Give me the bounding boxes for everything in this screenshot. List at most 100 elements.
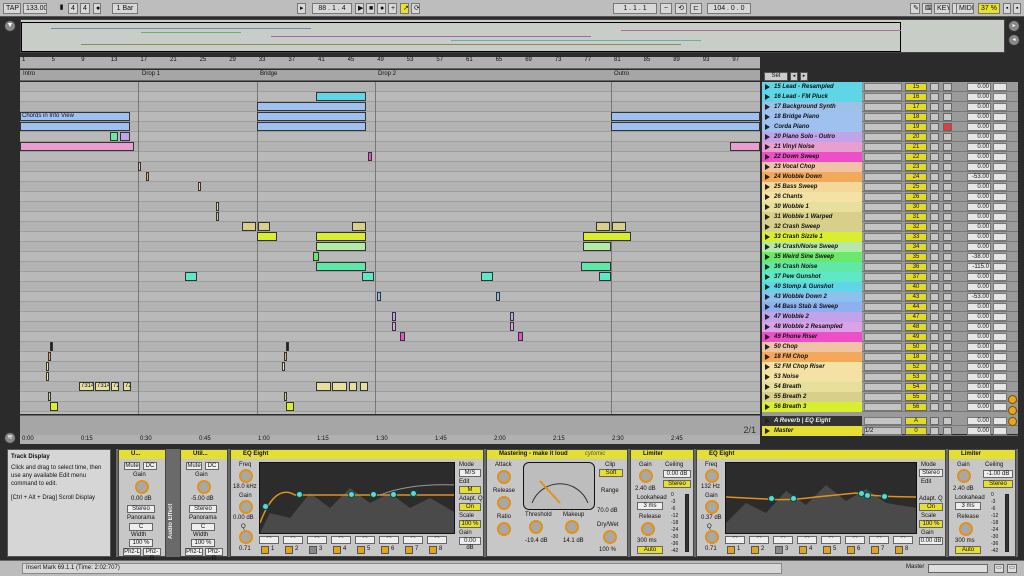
track-fold-icon[interactable]: [765, 84, 770, 90]
eq-1-mode[interactable]: M/S: [459, 469, 481, 477]
track-header[interactable]: 33 Crash Sizzle 1 33 0.00: [762, 232, 1018, 242]
locator-bridge[interactable]: Bridge: [260, 71, 277, 77]
track-fold-icon[interactable]: [765, 124, 770, 130]
track-fold-icon[interactable]: [765, 104, 770, 110]
solo-button[interactable]: [930, 93, 939, 101]
track-activator[interactable]: 52: [905, 363, 927, 371]
arm-button[interactable]: [943, 103, 952, 111]
arm-button[interactable]: [943, 223, 952, 231]
clip-pew-gunshot-c[interactable]: [481, 272, 493, 281]
mastering-ratio-knob[interactable]: [497, 522, 511, 536]
track-send-icon[interactable]: [993, 393, 1007, 401]
track-name[interactable]: 33 Crash Sizzle 1: [762, 232, 862, 242]
eq-1-band-node-1[interactable]: [262, 503, 269, 510]
track-volume[interactable]: 0.00: [967, 213, 991, 221]
track-send-icon[interactable]: [993, 203, 1007, 211]
track-fold-icon[interactable]: [765, 134, 770, 140]
track-header[interactable]: 24 Wobble Down 24 -53.00: [762, 172, 1018, 182]
loop-length-field[interactable]: 104 . 0 . 0: [707, 3, 751, 14]
track-activator[interactable]: 53: [905, 373, 927, 381]
track-volume[interactable]: 0.00: [967, 83, 991, 91]
track-fold-icon[interactable]: [765, 294, 770, 300]
locator-outro[interactable]: Outro: [614, 71, 629, 77]
arm-button[interactable]: [943, 417, 952, 425]
clip-noise-a[interactable]: [46, 372, 49, 381]
eq-band-toggle[interactable]: [381, 546, 389, 554]
clip-chop-a[interactable]: [50, 342, 53, 351]
solo-button[interactable]: [930, 143, 939, 151]
utility-2-gain-knob[interactable]: [197, 480, 211, 494]
clip-crash-sweep-b[interactable]: [258, 222, 270, 231]
bar-ruler[interactable]: 1 5 9 13 17 21 25 29 33 37 41 45 49 53 57 61 65 69 73 77 81 8…: [20, 57, 760, 69]
solo-button[interactable]: [930, 223, 939, 231]
solo-button[interactable]: [930, 293, 939, 301]
clip-chop-b[interactable]: [286, 342, 289, 351]
limiter-1-lookahead[interactable]: 3 ms: [637, 502, 663, 510]
solo-button[interactable]: [930, 133, 939, 141]
eq-band-toggle[interactable]: [309, 546, 317, 554]
eq-band-filter-type-icon[interactable]: ⌒: [797, 536, 817, 544]
track-fold-icon[interactable]: [765, 194, 770, 200]
eq-band-toggle[interactable]: [285, 546, 293, 554]
track-io-chooser[interactable]: [864, 393, 902, 401]
clip-bridge-piano[interactable]: [257, 112, 366, 121]
solo-button[interactable]: [930, 193, 939, 201]
eq-2-band-node-5[interactable]: [881, 493, 888, 500]
track-activator[interactable]: 33: [905, 233, 927, 241]
eq-2-band-node-2[interactable]: [790, 495, 797, 502]
eq-2-band-node-4[interactable]: [864, 492, 871, 499]
metronome-toggle-icon[interactable]: ●: [93, 3, 101, 14]
loop-start-field[interactable]: 1 . 1 . 1: [613, 3, 657, 14]
track-send-icon[interactable]: [993, 343, 1007, 351]
tap-button[interactable]: TAP: [3, 3, 21, 14]
track-send-icon[interactable]: [993, 273, 1007, 281]
track-io-chooser[interactable]: [864, 293, 902, 301]
limiter-2-ceiling[interactable]: -1.00 dB: [983, 470, 1013, 478]
track-header[interactable]: 21 Vinyl Noise 21 0.00: [762, 142, 1018, 152]
clip-pew-gunshot-d[interactable]: [599, 272, 611, 281]
track-name[interactable]: 55 Breath 2: [762, 392, 862, 402]
eq-2-q-knob[interactable]: [705, 530, 719, 544]
track-volume[interactable]: 0.00: [967, 373, 991, 381]
track-activator[interactable]: 0: [905, 427, 927, 435]
arm-button[interactable]: [943, 353, 952, 361]
arm-button[interactable]: [943, 83, 952, 91]
track-fold-icon[interactable]: [765, 384, 770, 390]
track-fold-icon[interactable]: [765, 184, 770, 190]
stop-icon[interactable]: ■: [366, 3, 375, 14]
solo-button[interactable]: [930, 283, 939, 291]
clip-crash-noise-sweep[interactable]: [316, 242, 366, 251]
track-fold-icon[interactable]: [765, 214, 770, 220]
solo-button[interactable]: [930, 173, 939, 181]
clip-crash-sizzle-a[interactable]: [257, 232, 277, 241]
side-button-2-icon[interactable]: [1008, 406, 1017, 415]
track-io-chooser[interactable]: [864, 163, 902, 171]
track-name[interactable]: 35 Weird Sine Sweep: [762, 252, 862, 262]
track-send-icon[interactable]: [993, 427, 1007, 435]
play-icon[interactable]: ▶: [355, 3, 364, 14]
arm-button[interactable]: [943, 343, 952, 351]
track-volume[interactable]: 0.00: [967, 203, 991, 211]
track-volume[interactable]: -53.00: [967, 293, 991, 301]
track-send-icon[interactable]: [993, 103, 1007, 111]
track-volume[interactable]: 0.00: [967, 417, 991, 425]
track-io-chooser[interactable]: [864, 373, 902, 381]
track-activator[interactable]: 18: [905, 113, 927, 121]
track-fold-icon[interactable]: [765, 144, 770, 150]
track-name[interactable]: 47 Wobble 2: [762, 312, 862, 322]
track-header[interactable]: 20 Piano Solo - Outro 20 0.00: [762, 132, 1018, 142]
limiter-1-release-knob[interactable]: [641, 522, 655, 536]
track-send-icon[interactable]: [993, 223, 1007, 231]
follow-icon[interactable]: ▸: [297, 3, 306, 14]
track-header[interactable]: 53 Noise 53 0.00: [762, 372, 1018, 382]
solo-button[interactable]: [930, 253, 939, 261]
eq-band-filter-type-icon[interactable]: ⌒: [893, 536, 913, 544]
clip-chords[interactable]: Chords in Info View: [20, 112, 130, 121]
solo-button[interactable]: [930, 373, 939, 381]
track-activator[interactable]: 23: [905, 163, 927, 171]
track-fold-icon[interactable]: [765, 324, 770, 330]
track-send-icon[interactable]: [993, 417, 1007, 425]
track-volume[interactable]: 0.00: [967, 103, 991, 111]
eq-band-filter-type-icon[interactable]: ⌒: [331, 536, 351, 544]
solo-button[interactable]: [930, 153, 939, 161]
